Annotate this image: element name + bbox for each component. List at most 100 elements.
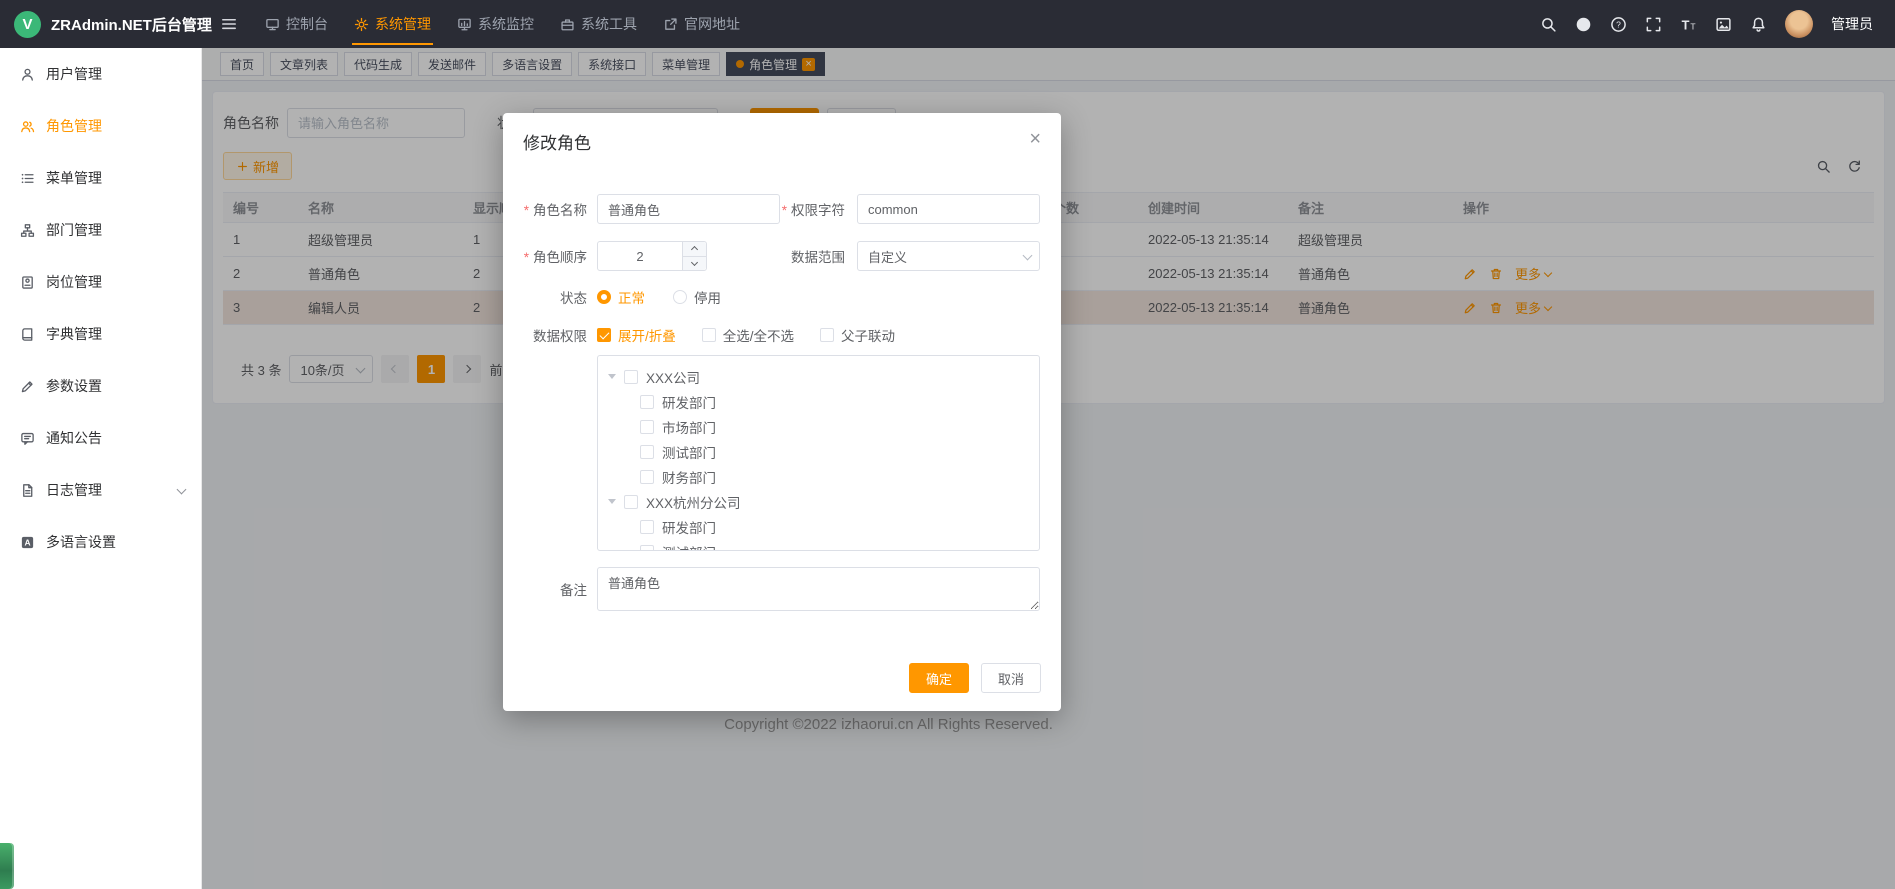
- role-order-stepper[interactable]: 2: [597, 241, 707, 271]
- image-icon[interactable]: [1715, 16, 1732, 33]
- tree-node[interactable]: 测试部门: [598, 439, 1039, 464]
- chevron-up-icon: [691, 246, 698, 253]
- perm-char-field-label: 权限字符: [780, 199, 857, 219]
- role-name-field-label: 角色名称: [503, 199, 597, 219]
- sidebar-item[interactable]: 日志管理: [0, 464, 201, 516]
- topnav-label: 系统管理: [375, 14, 431, 34]
- app-title: ZRAdmin.NET后台管理: [51, 14, 212, 35]
- perm-checkbox[interactable]: 全选/全不选: [702, 325, 794, 345]
- svg-text:A: A: [24, 537, 30, 547]
- search-icon[interactable]: [1540, 16, 1557, 33]
- status-radio[interactable]: 正常: [597, 287, 645, 307]
- tree-node[interactable]: 测试部门: [598, 539, 1039, 551]
- modal-perm-char-input[interactable]: [857, 194, 1040, 224]
- sidebar: 用户管理角色管理菜单管理部门管理岗位管理字典管理参数设置通知公告日志管理 A 多语言…: [0, 48, 202, 889]
- tree-node-label: 研发部门: [662, 392, 716, 412]
- tree-node[interactable]: 财务部门: [598, 464, 1039, 489]
- sidebar-item[interactable]: 岗位管理: [0, 256, 201, 308]
- remark-textarea[interactable]: 普通角色: [597, 567, 1040, 611]
- sidebar-item[interactable]: 通知公告: [0, 412, 201, 464]
- sidebar-item-label: 字典管理: [46, 324, 102, 344]
- confirm-button[interactable]: 确定: [909, 663, 969, 693]
- data-scope-field-label: 数据范围: [780, 246, 857, 266]
- log-icon: [20, 483, 35, 498]
- sidebar-item[interactable]: A 多语言设置: [0, 516, 201, 568]
- chevron-down-icon: [691, 259, 698, 266]
- decrease-button[interactable]: [683, 257, 706, 271]
- menu-icon: [20, 171, 35, 186]
- checkbox-box[interactable]: [640, 520, 654, 534]
- external-link-icon: [663, 17, 678, 32]
- topnav-item[interactable]: 官网地址: [650, 0, 753, 48]
- radio-label: 停用: [694, 287, 721, 307]
- chevron-down-icon: [177, 484, 187, 494]
- close-icon[interactable]: ×: [1029, 129, 1041, 149]
- perm-checkbox[interactable]: 展开/折叠: [597, 325, 676, 345]
- checkbox-box[interactable]: [640, 395, 654, 409]
- username[interactable]: 管理员: [1831, 14, 1873, 34]
- notification-bell-icon[interactable]: [1750, 16, 1767, 33]
- toolbox-icon: [560, 17, 575, 32]
- dept-tree: XXX公司研发部门市场部门测试部门财务部门XXX杭州分公司研发部门测试部门: [597, 355, 1040, 551]
- sidebar-item-label: 日志管理: [46, 480, 102, 500]
- gear-icon: [354, 17, 369, 32]
- checkbox-box[interactable]: [640, 445, 654, 459]
- remark-field-label: 备注: [503, 579, 597, 599]
- data-perm-field-label: 数据权限: [503, 325, 597, 345]
- checkbox-box[interactable]: [640, 470, 654, 484]
- tree-node[interactable]: XXX杭州分公司: [598, 489, 1039, 514]
- sidebar-item[interactable]: 部门管理: [0, 204, 201, 256]
- help-icon[interactable]: ?: [1610, 16, 1627, 33]
- fullscreen-icon[interactable]: [1645, 16, 1662, 33]
- topnav-item[interactable]: 控制台: [252, 0, 341, 48]
- tree-node[interactable]: 市场部门: [598, 414, 1039, 439]
- sidebar-item[interactable]: 字典管理: [0, 308, 201, 360]
- caret-down-icon[interactable]: [608, 499, 616, 504]
- topnav-label: 官网地址: [684, 14, 740, 34]
- checkbox-box: [820, 328, 834, 342]
- hamburger-icon[interactable]: [220, 15, 238, 33]
- sidebar-item[interactable]: 参数设置: [0, 360, 201, 412]
- corner-app-icon[interactable]: [0, 843, 14, 889]
- tree-node[interactable]: 研发部门: [598, 389, 1039, 414]
- cancel-button[interactable]: 取消: [981, 663, 1041, 693]
- increase-button[interactable]: [683, 242, 706, 257]
- github-icon[interactable]: [1575, 16, 1592, 33]
- sidebar-item[interactable]: 用户管理: [0, 48, 201, 100]
- data-scope-select[interactable]: 自定义: [857, 241, 1040, 271]
- font-size-icon[interactable]: TT: [1680, 16, 1697, 33]
- modal-header: 修改角色 ×: [503, 113, 1061, 154]
- tree-node-label: 市场部门: [662, 417, 716, 437]
- tree-node[interactable]: XXX公司: [598, 364, 1039, 389]
- sidebar-item[interactable]: 角色管理: [0, 100, 201, 152]
- status-radio[interactable]: 停用: [673, 287, 721, 307]
- modal-body: 角色名称 权限字符 角色顺序 2 数据范围 自定义 状态 正常停用: [503, 154, 1061, 611]
- topnav-item[interactable]: 系统工具: [547, 0, 650, 48]
- avatar[interactable]: [1785, 10, 1813, 38]
- sidebar-item-label: 角色管理: [46, 116, 102, 136]
- sidebar-item[interactable]: 菜单管理: [0, 152, 201, 204]
- caret-down-icon[interactable]: [608, 374, 616, 379]
- tree-node-label: XXX杭州分公司: [646, 492, 741, 512]
- org-icon: [20, 223, 35, 238]
- chart-icon: [457, 17, 472, 32]
- tree-node-label: XXX公司: [646, 367, 700, 387]
- role-order-value: 2: [598, 242, 682, 270]
- logo[interactable]: V ZRAdmin.NET后台管理: [0, 11, 202, 38]
- stepper-controls: [682, 242, 706, 270]
- topnav-item[interactable]: 系统监控: [444, 0, 547, 48]
- topnav-item[interactable]: 系统管理: [341, 0, 444, 48]
- edit-role-dialog: 修改角色 × 角色名称 权限字符 角色顺序 2 数据范围 自定义: [503, 113, 1061, 711]
- tree-node[interactable]: 研发部门: [598, 514, 1039, 539]
- perm-checkbox[interactable]: 父子联动: [820, 325, 895, 345]
- checkbox-box[interactable]: [640, 420, 654, 434]
- checkbox-label: 展开/折叠: [618, 325, 676, 345]
- radio-label: 正常: [618, 287, 645, 307]
- role-icon: [20, 119, 35, 134]
- checkbox-box[interactable]: [640, 545, 654, 552]
- topnav-label: 系统工具: [581, 14, 637, 34]
- checkbox-box[interactable]: [624, 370, 638, 384]
- modal-role-name-input[interactable]: [597, 194, 780, 224]
- checkbox-box[interactable]: [624, 495, 638, 509]
- sidebar-item-label: 多语言设置: [46, 532, 116, 552]
